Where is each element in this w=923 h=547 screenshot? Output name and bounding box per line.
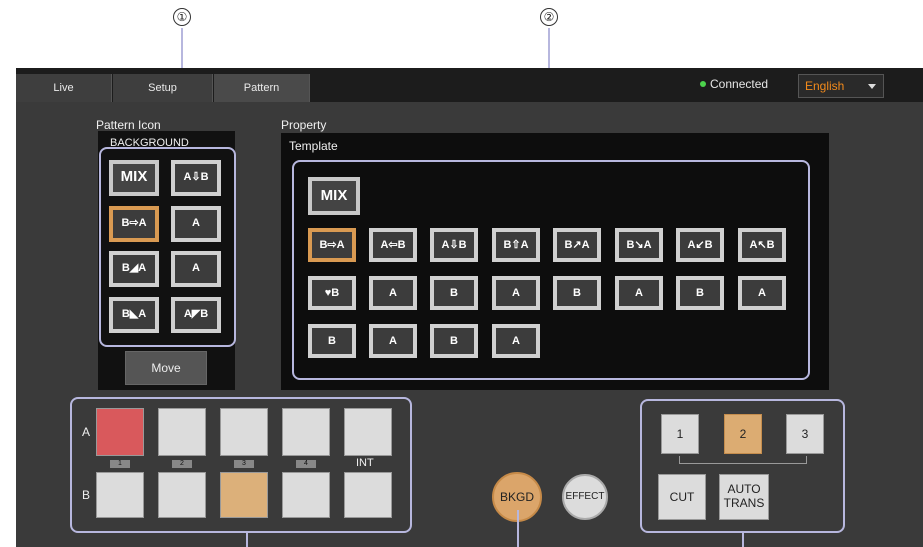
b-bus-button-int[interactable] <box>344 472 392 518</box>
callout-line-5 <box>742 533 744 547</box>
template-r1-8[interactable]: A↖B <box>738 228 786 262</box>
template-label-text: B↗A <box>564 239 590 251</box>
row-b-label: B <box>82 488 91 502</box>
template-r1-7[interactable]: A↙B <box>676 228 724 262</box>
template-r2-2[interactable]: A <box>369 276 417 310</box>
template-label-text: B <box>450 287 458 299</box>
template-label-text: B⇧A <box>503 239 529 251</box>
highlight-pattern-icons <box>99 147 236 347</box>
transition-button-3[interactable]: 3 <box>786 414 824 454</box>
b-bus-button-3[interactable] <box>220 472 268 518</box>
template-label: Template <box>289 139 338 153</box>
template-label-text: A⇩B <box>441 239 467 251</box>
property-title: Property <box>281 118 327 132</box>
callout-1: ① <box>173 8 191 26</box>
transition-button-2[interactable]: 2 <box>724 414 762 454</box>
template-label-text: A <box>512 335 520 347</box>
language-value: English <box>805 79 845 93</box>
template-r2-8[interactable]: A <box>738 276 786 310</box>
template-label-text: MIX <box>320 187 348 204</box>
cut-button[interactable]: CUT <box>658 474 706 520</box>
connection-label: Connected <box>710 77 769 91</box>
template-r3-4[interactable]: A <box>492 324 540 358</box>
template-mix[interactable]: MIX <box>308 177 360 215</box>
template-label-text: A↙B <box>687 239 713 251</box>
b-bus-button-4[interactable] <box>282 472 330 518</box>
a-bus-button-1[interactable] <box>96 408 144 456</box>
chevron-down-icon <box>868 84 876 89</box>
status-dot-icon <box>700 81 706 87</box>
template-label-text: A <box>389 335 397 347</box>
callout-2: ② <box>540 8 558 26</box>
source-tag-int: INT <box>356 457 374 469</box>
language-select[interactable]: English <box>798 74 884 98</box>
manual-page: ① ② Live Setup Pattern Connected English… <box>0 0 923 547</box>
template-label-text: A <box>758 287 766 299</box>
transition-button-1[interactable]: 1 <box>661 414 699 454</box>
template-r3-2[interactable]: A <box>369 324 417 358</box>
template-r2-5[interactable]: B <box>553 276 601 310</box>
template-r2-4[interactable]: A <box>492 276 540 310</box>
transition-bracket <box>679 456 807 464</box>
tab-setup[interactable]: Setup <box>113 74 213 102</box>
template-r1-3[interactable]: A⇩B <box>430 228 478 262</box>
tab-live[interactable]: Live <box>16 74 112 102</box>
b-bus-button-1[interactable] <box>96 472 144 518</box>
template-label-text: A <box>389 287 397 299</box>
template-label-text: B <box>450 335 458 347</box>
a-bus-button-int[interactable] <box>344 408 392 456</box>
row-a-label: A <box>82 425 91 439</box>
template-label-text: A⇦B <box>380 239 406 251</box>
a-bus-button-4[interactable] <box>282 408 330 456</box>
effect-button[interactable]: EFFECT <box>562 474 608 520</box>
callout-line-3 <box>246 533 248 547</box>
template-r1-5[interactable]: B↗A <box>553 228 601 262</box>
template-r2-7[interactable]: B <box>676 276 724 310</box>
template-label-text: ♥B <box>324 287 340 299</box>
template-label-text: A <box>512 287 520 299</box>
pattern-icon-title: Pattern Icon <box>96 118 161 132</box>
template-r1-4[interactable]: B⇧A <box>492 228 540 262</box>
auto-trans-button[interactable]: AUTO TRANS <box>719 474 769 520</box>
b-bus-button-2[interactable] <box>158 472 206 518</box>
template-label-text: B <box>328 335 336 347</box>
template-r1-1[interactable]: B⇨A <box>308 228 356 262</box>
template-r2-3[interactable]: B <box>430 276 478 310</box>
callout-line-4 <box>517 510 519 547</box>
a-bus-button-2[interactable] <box>158 408 206 456</box>
template-label-text: B <box>573 287 581 299</box>
source-tag-1: 1 <box>110 460 130 468</box>
app-window: Live Setup Pattern Connected English Pat… <box>16 68 923 547</box>
connection-status: Connected <box>700 77 768 91</box>
top-bar: Live Setup Pattern Connected English <box>16 68 923 102</box>
source-tag-3: 3 <box>234 460 254 468</box>
a-bus-button-3[interactable] <box>220 408 268 456</box>
template-label-text: A <box>635 287 643 299</box>
template-r1-6[interactable]: B↘A <box>615 228 663 262</box>
template-label-text: B↘A <box>626 239 652 251</box>
template-r2-6[interactable]: A <box>615 276 663 310</box>
source-tag-4: 4 <box>296 460 316 468</box>
source-tag-2: 2 <box>172 460 192 468</box>
tab-pattern[interactable]: Pattern <box>214 74 310 102</box>
template-r3-3[interactable]: B <box>430 324 478 358</box>
template-label-text: B⇨A <box>319 239 345 251</box>
template-label-text: A↖B <box>749 239 775 251</box>
template-r2-1[interactable]: ♥B <box>308 276 356 310</box>
template-r3-1[interactable]: B <box>308 324 356 358</box>
template-r1-2[interactable]: A⇦B <box>369 228 417 262</box>
move-button[interactable]: Move <box>125 351 207 385</box>
template-label-text: B <box>696 287 704 299</box>
